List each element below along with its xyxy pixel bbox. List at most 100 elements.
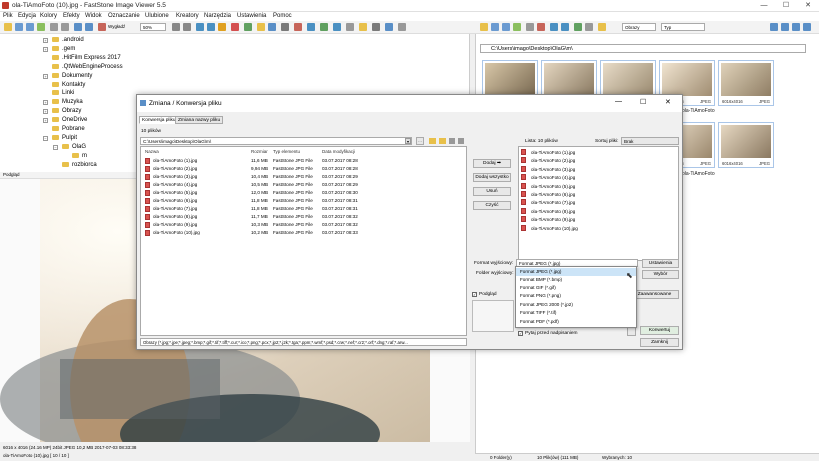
copy-icon[interactable] bbox=[550, 23, 558, 31]
thumbnail[interactable]: 6016x4016 JPEG bbox=[718, 60, 774, 106]
col-size[interactable]: Rozmiar bbox=[251, 149, 268, 154]
compare-icon[interactable] bbox=[307, 23, 315, 31]
sort-select[interactable]: Brak bbox=[621, 137, 679, 145]
tree-expander-icon[interactable]: + bbox=[43, 100, 48, 106]
list-item[interactable]: ola-TiAmoFoto (10).jpg bbox=[521, 224, 578, 232]
table-row[interactable]: ola-TiAmoFoto (1).jpg 11,6 MB FastStone JP… bbox=[143, 157, 463, 165]
resize-icon[interactable] bbox=[207, 23, 215, 31]
col-date[interactable]: Data modyfikacji bbox=[322, 149, 355, 154]
zoom-select[interactable]: 50% bbox=[140, 23, 166, 31]
tree-expander-icon[interactable]: + bbox=[43, 118, 48, 124]
fullscreen-icon[interactable] bbox=[333, 23, 341, 31]
tree-item[interactable]: − OlaG bbox=[53, 143, 86, 152]
tree-item[interactable]: + .android bbox=[43, 36, 84, 45]
path-bar[interactable]: C:\Users\imago\Desktop\OlaG\m\ bbox=[480, 44, 806, 53]
view-details-icon[interactable] bbox=[458, 138, 464, 144]
color-icon[interactable] bbox=[218, 23, 226, 31]
refresh-icon[interactable] bbox=[37, 23, 45, 31]
preview-checkbox[interactable]: ✓ bbox=[472, 292, 477, 297]
wallpaper-icon[interactable] bbox=[320, 23, 328, 31]
select-all-icon[interactable] bbox=[574, 23, 582, 31]
email-icon[interactable] bbox=[257, 23, 265, 31]
zoom-in-icon[interactable] bbox=[50, 23, 58, 31]
table-row[interactable]: ola-TiAmoFoto (6).jpg 11,8 MB FastStone JP… bbox=[143, 197, 463, 205]
slideshow-icon[interactable] bbox=[98, 23, 106, 31]
favorites-icon[interactable] bbox=[359, 23, 367, 31]
smooth-checkbox-label[interactable]: Wygładź bbox=[108, 24, 125, 29]
list-item[interactable]: ola-TiAmoFoto (1).jpg bbox=[521, 149, 575, 156]
print-icon[interactable] bbox=[268, 23, 276, 31]
format-option-jp2[interactable]: Format JPEG 2000 (*.jp2) bbox=[516, 301, 636, 309]
tree-item[interactable]: m bbox=[72, 152, 87, 161]
convert-button[interactable]: Konwertuj bbox=[640, 326, 679, 335]
list-item[interactable]: ola-TiAmoFoto (3).jpg bbox=[521, 165, 575, 173]
format-dropdown-list[interactable]: Format JPEG (*.jpg) Format BMP (*.bmp) F… bbox=[515, 266, 637, 328]
nav-forward-icon[interactable] bbox=[502, 23, 510, 31]
minimize-button[interactable]: — bbox=[753, 0, 775, 12]
redeye-icon[interactable] bbox=[231, 23, 239, 31]
tree-item[interactable]: Linki bbox=[52, 89, 74, 98]
tab-convert[interactable]: Konwersja pliku bbox=[139, 116, 179, 124]
tree-item[interactable]: Kontakty bbox=[52, 81, 85, 90]
layout-icon-2[interactable] bbox=[781, 23, 789, 31]
dialog-maximize-button[interactable]: ☐ bbox=[640, 98, 646, 106]
format-option-gif[interactable]: Format GIF (*.gif) bbox=[516, 284, 636, 292]
settings-button[interactable]: Ustawienia bbox=[642, 259, 679, 268]
tree-expander-icon[interactable]: − bbox=[53, 144, 58, 150]
effects-icon[interactable] bbox=[244, 23, 252, 31]
browse-folder-button[interactable]: Wybór bbox=[642, 270, 679, 279]
browse-path-button[interactable]: … bbox=[416, 137, 424, 145]
col-type[interactable]: Typ elementu bbox=[273, 149, 300, 154]
format-option-pdf[interactable]: Format PDF (*.pdf) bbox=[516, 318, 636, 326]
list-item[interactable]: ola-TiAmoFoto (8).jpg bbox=[521, 207, 575, 215]
tree-item[interactable]: Pobrane bbox=[52, 125, 85, 134]
tree-expander-icon[interactable]: + bbox=[43, 109, 48, 115]
menu-efekty[interactable]: Efekty bbox=[63, 13, 80, 19]
move-icon[interactable] bbox=[561, 23, 569, 31]
actual-size-icon[interactable] bbox=[85, 23, 93, 31]
help-icon[interactable] bbox=[627, 327, 636, 336]
folder-path-field[interactable]: C:\Users\imago\Desktop\OlaG\m\ bbox=[140, 137, 412, 145]
table-row[interactable]: ola-TiAmoFoto (3).jpg 10,4 MB FastStone JP… bbox=[143, 173, 463, 181]
menu-widok[interactable]: Widok bbox=[85, 13, 102, 19]
tree-item[interactable]: + Dokumenty bbox=[43, 72, 92, 81]
nav-refresh-icon[interactable] bbox=[513, 23, 521, 31]
list-item[interactable]: ola-TiAmoFoto (2).jpg bbox=[521, 157, 575, 164]
format-option-tiff[interactable]: Format TIFF (*.tif) bbox=[516, 309, 636, 317]
dialog-minimize-button[interactable]: — bbox=[615, 98, 622, 105]
tree-expander-icon[interactable]: + bbox=[43, 73, 48, 79]
close-dialog-button[interactable]: Zamknij bbox=[640, 338, 679, 347]
thumbnail[interactable]: 6016x4016 JPEG bbox=[718, 122, 774, 168]
table-row[interactable]: ola-TiAmoFoto (4).jpg 10,5 MB FastStone JP… bbox=[143, 181, 463, 189]
tag-filter-icon[interactable] bbox=[598, 23, 606, 31]
table-row[interactable]: ola-TiAmoFoto (7).jpg 11,8 MB FastStone JP… bbox=[143, 205, 463, 213]
rotate-left-icon[interactable] bbox=[172, 23, 180, 31]
menu-pomoc[interactable]: Pomoc bbox=[273, 13, 292, 19]
list-item[interactable]: ola-TiAmoFoto (9).jpg bbox=[521, 216, 575, 223]
tree-item[interactable]: + Muzyka bbox=[43, 98, 83, 107]
menu-oznaczanie[interactable]: Oznaczanie bbox=[108, 13, 140, 19]
tree-expander-icon[interactable]: + bbox=[43, 46, 48, 52]
forward-icon[interactable] bbox=[26, 23, 34, 31]
layout-icon-3[interactable] bbox=[792, 23, 800, 31]
table-row[interactable]: ola-TiAmoFoto (8).jpg 11,7 MB FastStone JP… bbox=[143, 213, 463, 221]
menu-plik[interactable]: Plik bbox=[3, 13, 13, 19]
menu-kreatory[interactable]: Kreatory bbox=[176, 13, 199, 19]
table-row[interactable]: ola-TiAmoFoto (5).jpg 12,0 MB FastStone JP… bbox=[143, 189, 463, 197]
tree-expander-icon[interactable]: + bbox=[43, 38, 48, 43]
batch-icon[interactable] bbox=[281, 23, 289, 31]
add-all-button[interactable]: Dodaj wszystko bbox=[473, 173, 511, 182]
help-icon[interactable] bbox=[398, 23, 406, 31]
view-select[interactable]: Obrazy bbox=[622, 23, 656, 31]
list-item[interactable]: ola-TiAmoFoto (4).jpg bbox=[521, 174, 575, 181]
menu-kolory[interactable]: Kolory bbox=[40, 13, 57, 19]
tree-item[interactable]: − Pulpit bbox=[43, 134, 77, 143]
delete-icon[interactable] bbox=[294, 23, 302, 31]
advanced-button[interactable]: Zaawansowane bbox=[630, 290, 679, 299]
list-item[interactable]: ola-TiAmoFoto (7).jpg bbox=[521, 199, 575, 206]
fit-icon[interactable] bbox=[74, 23, 82, 31]
list-item[interactable]: ola-TiAmoFoto (6).jpg bbox=[521, 191, 575, 198]
nav-back-icon[interactable] bbox=[491, 23, 499, 31]
file-filter-select[interactable]: Obrazy (*.jpg;*.jpe;*.jpeg;*.bmp;*.gif;*… bbox=[140, 338, 467, 346]
tree-item[interactable]: + .gem bbox=[43, 45, 75, 54]
